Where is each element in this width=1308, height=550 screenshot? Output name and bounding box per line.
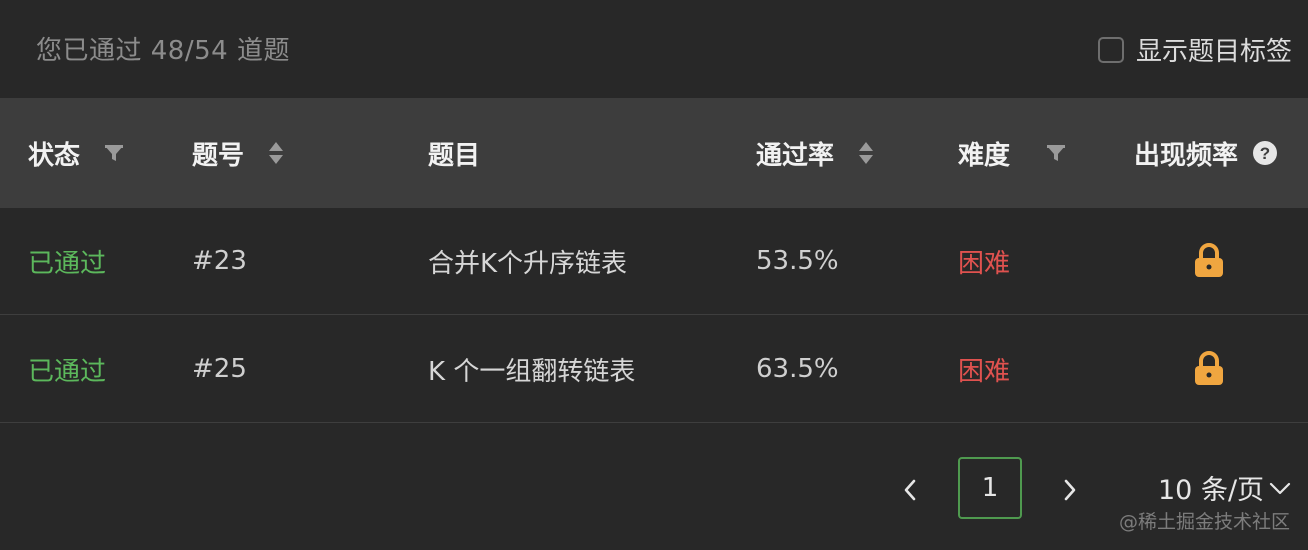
column-label-difficulty: 难度 (958, 140, 1011, 171)
solved-summary: 您已通过 48/54 道题 (36, 36, 290, 66)
summary-bar: 您已通过 48/54 道题 显示题目标签 (0, 0, 1308, 98)
row-number: #23 (192, 246, 247, 276)
prev-page-button[interactable] (890, 468, 930, 512)
column-label-status: 状态 (28, 140, 81, 171)
column-header-difficulty: 难度 (958, 98, 1068, 208)
problem-list-page: 您已通过 48/54 道题 显示题目标签 状态 题号 题目 通过率 难度 出现频… (0, 0, 1308, 550)
page-size-select[interactable]: 10 条/页 (1158, 468, 1292, 507)
show-tags-label: 显示题目标签 (1135, 37, 1292, 67)
column-header-title: 题目 (428, 98, 480, 208)
column-header-status: 状态 (28, 98, 126, 208)
column-label-number: 题号 (192, 140, 245, 171)
help-icon[interactable]: ? (1252, 140, 1278, 166)
table-row[interactable]: 已通过 #25 K 个一组翻转链表 63.5% 困难 (0, 316, 1308, 423)
column-header-pass-rate: 通过率 (756, 98, 876, 208)
show-tags-toggle[interactable]: 显示题目标签 (1097, 31, 1292, 68)
filter-icon[interactable] (1044, 141, 1068, 165)
next-page-button[interactable] (1050, 468, 1090, 512)
row-title-link[interactable]: 合并K个升序链表 (428, 208, 627, 314)
watermark: @稀土掘金技术社区 (1118, 511, 1290, 533)
sort-icon[interactable] (856, 139, 876, 167)
column-header-number: 题号 (192, 98, 286, 208)
row-difficulty: 困难 (958, 248, 1011, 279)
row-number: #25 (192, 354, 247, 384)
page-button-current[interactable]: 1 (958, 457, 1022, 519)
show-tags-checkbox[interactable] (1097, 36, 1124, 63)
chevron-down-icon (1269, 482, 1291, 494)
sort-icon[interactable] (266, 139, 286, 167)
column-label-title: 题目 (428, 140, 481, 171)
lock-icon[interactable] (1192, 208, 1226, 314)
row-status: 已通过 (28, 248, 107, 279)
row-pass-rate: 63.5% (756, 354, 839, 384)
column-label-frequency: 出现频率 (1134, 140, 1239, 171)
row-pass-rate: 53.5% (756, 246, 839, 276)
row-status: 已通过 (28, 356, 107, 387)
table-header: 状态 题号 题目 通过率 难度 出现频率 ? (0, 98, 1308, 208)
filter-icon[interactable] (102, 141, 126, 165)
column-header-frequency: 出现频率 ? (1134, 98, 1278, 208)
column-label-pass-rate: 通过率 (756, 140, 835, 171)
svg-text:?: ? (1260, 144, 1270, 163)
row-difficulty: 困难 (958, 356, 1011, 387)
chevron-right-icon (1064, 479, 1076, 501)
lock-icon[interactable] (1192, 316, 1226, 422)
chevron-left-icon (904, 479, 916, 501)
row-title-link[interactable]: K 个一组翻转链表 (428, 316, 635, 422)
table-row[interactable]: 已通过 #23 合并K个升序链表 53.5% 困难 (0, 208, 1308, 315)
page-size-label: 10 条/页 (1158, 475, 1265, 506)
